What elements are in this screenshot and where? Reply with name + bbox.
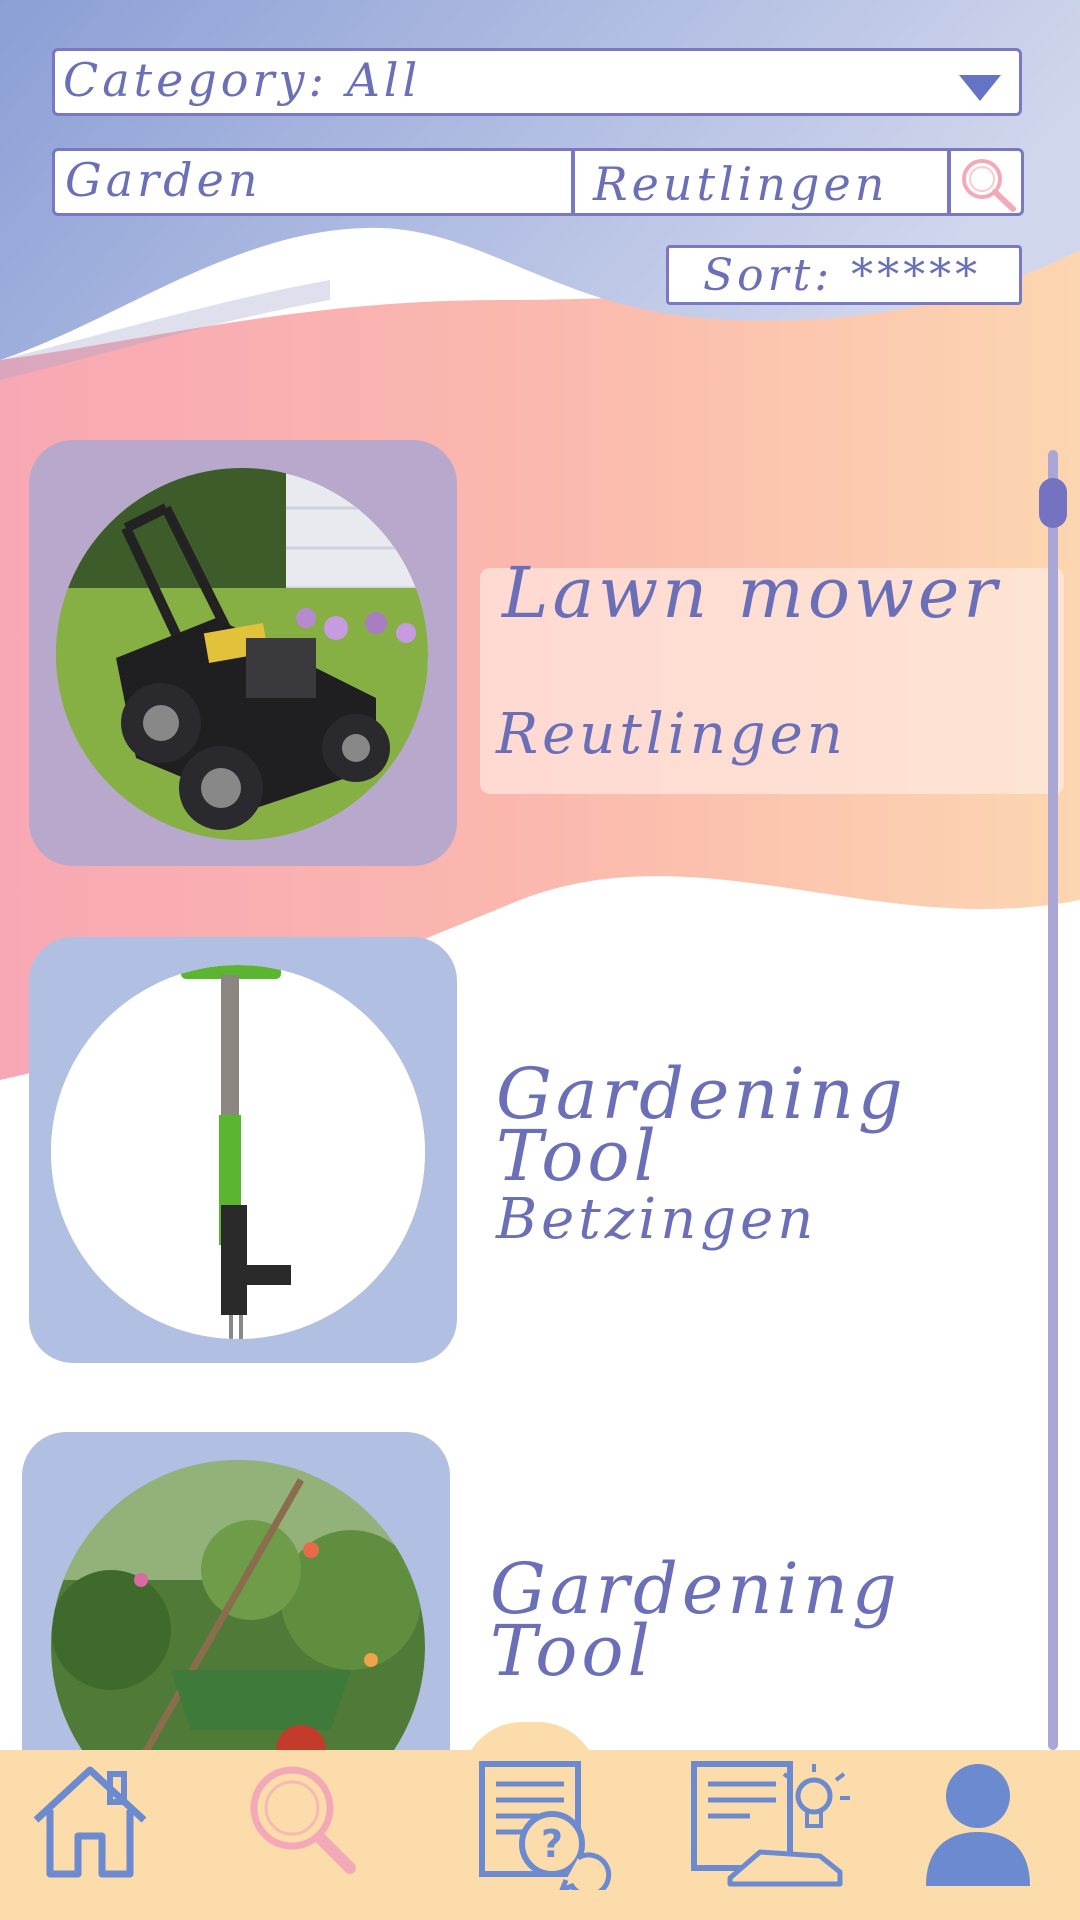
item-title: Gardening Tool [496, 1053, 907, 1197]
scrollbar-track[interactable] [1048, 450, 1058, 1750]
weeder-tool-image [51, 965, 425, 1339]
list-item[interactable]: Gardening Tool Betzingen [0, 937, 1040, 1367]
item-location: Reutlingen [496, 702, 847, 767]
lawn-mower-image [56, 468, 428, 840]
search-keyword-input[interactable]: Garden [52, 148, 574, 216]
item-title: Lawn mower [502, 552, 1001, 634]
search-icon [962, 159, 1016, 212]
nav-search-button[interactable] [244, 1760, 364, 1888]
item-title: Gardening Tool [490, 1548, 901, 1692]
help-document-icon: ? [479, 1761, 612, 1898]
list-item[interactable]: Lawn mower Reutlingen [0, 440, 1040, 870]
nav-help-button[interactable]: ? [478, 1760, 618, 1898]
svg-text:?: ? [541, 1822, 563, 1866]
search-keyword-value: Garden [65, 153, 262, 207]
search-bar: Garden Reutlingen [52, 148, 1024, 216]
search-location-value: Reutlingen [593, 157, 889, 211]
nav-home-button[interactable] [28, 1760, 152, 1888]
category-dropdown[interactable]: Category: All [52, 48, 1022, 116]
idea-document-icon [691, 1761, 850, 1887]
item-location: Betzingen [496, 1187, 818, 1252]
category-label: Category: All [63, 53, 422, 107]
sort-label: Sort: ***** [703, 250, 982, 301]
list-item[interactable]: Gardening Tool [0, 1432, 1040, 1750]
nav-ideas-button[interactable] [690, 1760, 854, 1894]
sort-dropdown[interactable]: Sort: ***** [666, 245, 1022, 305]
search-icon [250, 1766, 356, 1874]
search-location-input[interactable]: Reutlingen [572, 148, 950, 216]
home-icon [33, 1766, 147, 1878]
profile-icon [926, 1764, 1030, 1886]
nav-profile-button[interactable] [922, 1760, 1034, 1894]
search-button[interactable] [948, 148, 1024, 216]
dropdown-arrow-icon[interactable] [959, 75, 1001, 101]
scrollbar-thumb[interactable] [1039, 478, 1067, 528]
